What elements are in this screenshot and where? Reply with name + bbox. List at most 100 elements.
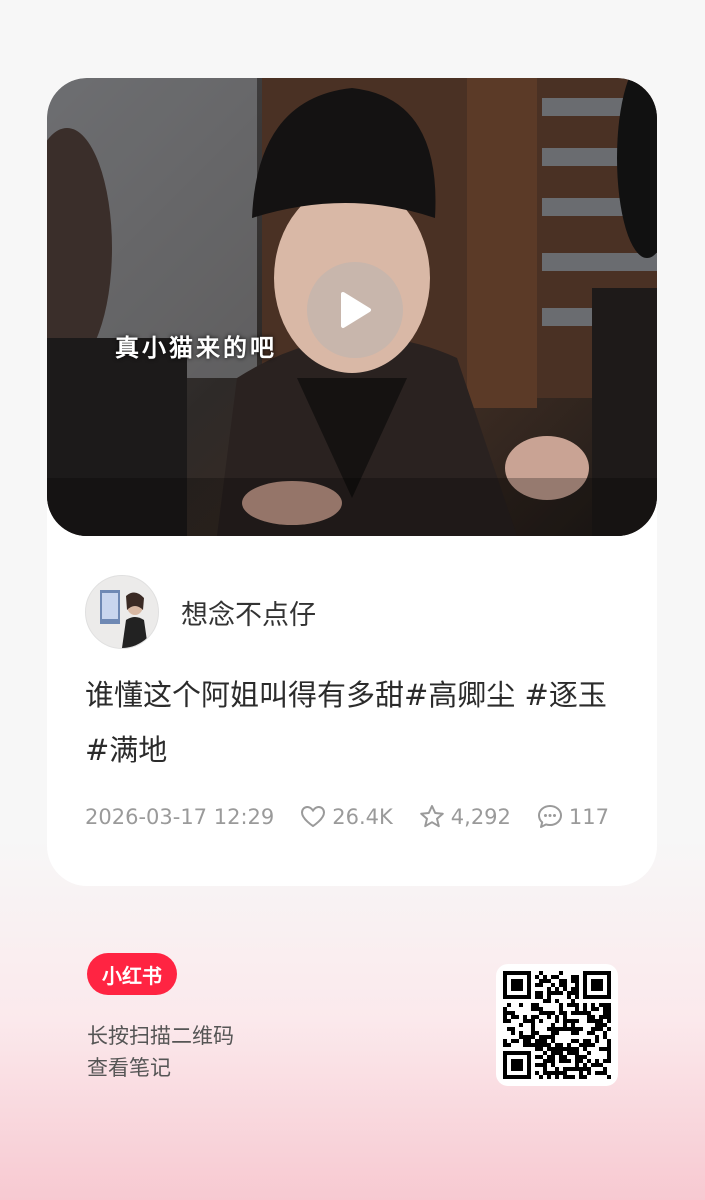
qr-module — [567, 1051, 571, 1055]
qr-module — [547, 995, 551, 999]
qr-module — [587, 1067, 591, 1071]
avatar[interactable] — [85, 575, 159, 649]
qr-module — [563, 1027, 567, 1031]
qr-module — [571, 1047, 575, 1051]
qr-module — [583, 1047, 587, 1051]
qr-module — [535, 1055, 539, 1059]
qr-module — [575, 1051, 579, 1055]
qr-module — [527, 1035, 531, 1039]
qr-module — [555, 1015, 559, 1019]
qr-module — [591, 1027, 595, 1031]
author-name[interactable]: 想念不点仔 — [181, 593, 316, 632]
qr-module — [523, 1035, 527, 1039]
qr-module — [575, 1011, 579, 1015]
like-button[interactable]: 26.4K — [300, 805, 393, 829]
qr-module — [571, 1019, 575, 1023]
qr-module — [503, 1043, 507, 1047]
qr-module — [595, 1039, 599, 1043]
qr-code[interactable] — [496, 964, 618, 1086]
qr-module — [595, 1063, 599, 1067]
qr-module — [551, 1011, 555, 1015]
qr-module — [539, 991, 543, 995]
qr-module — [511, 1015, 515, 1019]
qr-module — [575, 987, 579, 991]
qr-module — [503, 1007, 507, 1011]
qr-module — [571, 975, 575, 979]
qr-module — [575, 1019, 579, 1023]
note-card: 真小猫来的吧 想念不点仔 谁懂这个阿姐叫得有多甜#高卿尘 #逐玉 #满地 202… — [47, 78, 657, 886]
qr-module — [543, 1059, 547, 1063]
comment-count: 117 — [568, 804, 609, 829]
qr-module — [563, 983, 567, 987]
qr-module — [603, 1007, 607, 1011]
qr-code-icon — [503, 971, 611, 1079]
qr-module — [575, 1059, 579, 1063]
qr-module — [555, 1071, 559, 1075]
qr-module — [559, 1059, 563, 1063]
qr-module — [591, 1007, 595, 1011]
qr-module — [523, 1043, 527, 1047]
qr-module — [571, 1011, 575, 1015]
video-cover[interactable]: 真小猫来的吧 — [47, 78, 657, 536]
qr-module — [591, 1063, 595, 1067]
qr-module — [531, 1007, 535, 1011]
qr-module — [543, 975, 547, 979]
qr-module — [547, 1047, 551, 1051]
qr-module — [599, 1015, 603, 1019]
qr-module — [555, 1075, 559, 1079]
qr-module — [531, 1023, 535, 1027]
note-title: 谁懂这个阿姐叫得有多甜#高卿尘 #逐玉 #满地 — [85, 678, 607, 767]
qr-module — [523, 1039, 527, 1043]
author-info[interactable]: 想念不点仔 — [85, 575, 316, 649]
qr-module — [567, 1027, 571, 1031]
qr-module — [575, 1007, 579, 1011]
qr-module — [555, 1031, 559, 1035]
qr-module — [535, 1071, 539, 1075]
play-button[interactable] — [307, 262, 403, 358]
qr-module — [543, 1039, 547, 1043]
qr-module — [559, 1011, 563, 1015]
qr-module — [571, 1003, 575, 1007]
qr-module — [511, 1031, 515, 1035]
qr-module — [567, 1047, 571, 1051]
qr-module — [567, 1067, 571, 1071]
qr-module — [567, 1019, 571, 1023]
qr-module — [599, 1003, 603, 1007]
qr-module — [551, 991, 555, 995]
qr-module — [607, 1007, 611, 1011]
qr-module — [571, 1067, 575, 1071]
qr-module — [575, 1063, 579, 1067]
qr-module — [559, 1007, 563, 1011]
qr-module — [539, 979, 543, 983]
qr-module — [547, 999, 551, 1003]
qr-module — [547, 1011, 551, 1015]
qr-module — [587, 1039, 591, 1043]
qr-module — [555, 1019, 559, 1023]
qr-module — [535, 1039, 539, 1043]
qr-module — [539, 1011, 543, 1015]
qr-module — [535, 975, 539, 979]
qr-module — [547, 987, 551, 991]
qr-module — [587, 1011, 591, 1015]
qr-module — [591, 1015, 595, 1019]
comment-button[interactable]: 117 — [537, 804, 609, 829]
qr-module — [583, 1063, 587, 1067]
qr-module — [583, 1003, 587, 1007]
qr-module — [575, 1003, 579, 1007]
qr-module — [543, 1035, 547, 1039]
qr-module — [599, 1027, 603, 1031]
qr-module — [535, 1043, 539, 1047]
qr-module — [607, 1019, 611, 1023]
qr-module — [579, 1059, 583, 1063]
qr-module — [559, 1047, 563, 1051]
qr-module — [607, 1055, 611, 1059]
qr-module — [563, 1071, 567, 1075]
qr-module — [519, 1003, 523, 1007]
qr-module — [603, 1059, 607, 1063]
qr-module — [507, 1003, 511, 1007]
qr-module — [567, 995, 571, 999]
qr-module — [603, 1067, 607, 1071]
qr-module — [571, 1023, 575, 1027]
qr-module — [595, 1027, 599, 1031]
collect-button[interactable]: 4,292 — [419, 804, 511, 829]
